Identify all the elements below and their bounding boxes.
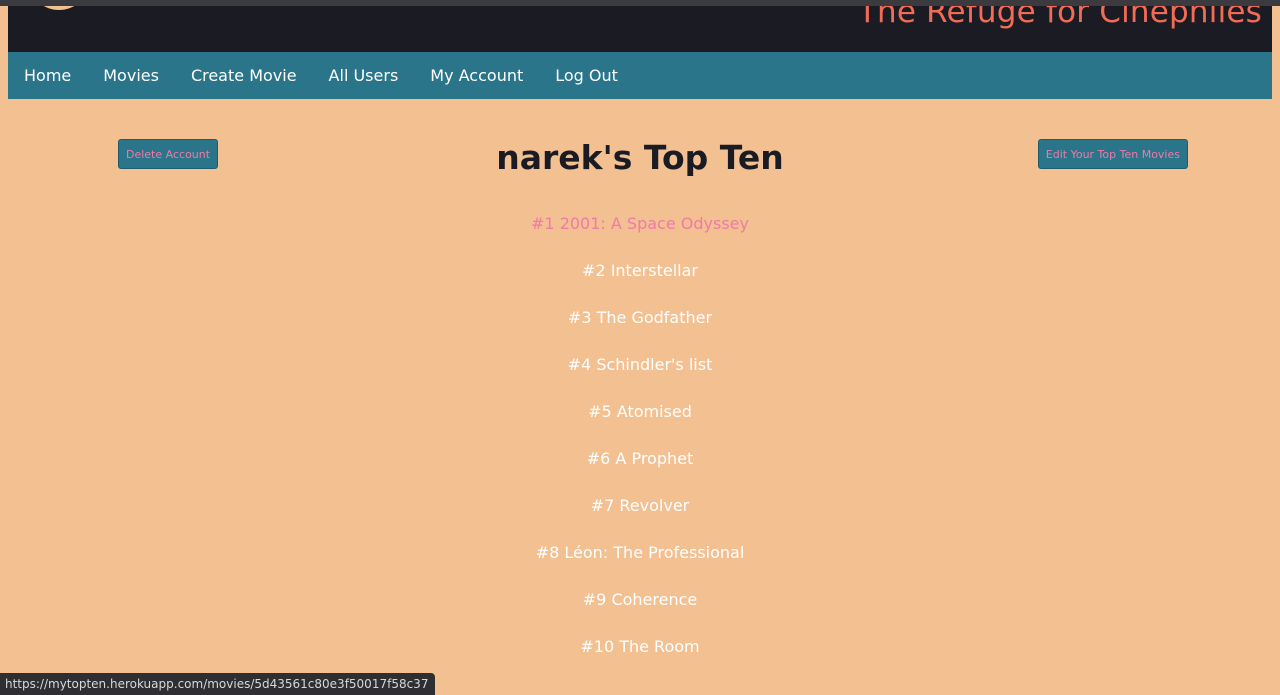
site-header: The Refuge for Cinephiles [8,6,1272,52]
movie-list-item: #6 A Prophet [0,447,1280,494]
movie-list-item: #8 Léon: The Professional [0,541,1280,588]
movie-link[interactable]: #2 Interstellar [582,261,698,280]
movie-link[interactable]: #6 A Prophet [587,449,694,468]
movie-link[interactable]: #8 Léon: The Professional [536,543,745,562]
link-status-bar: https://mytopten.herokuapp.com/movies/5d… [0,673,436,695]
movie-list-item: #4 Schindler's list [0,353,1280,400]
movie-list-item: #5 Atomised [0,400,1280,447]
top-ten-list: #1 2001: A Space Odyssey #2 Interstellar… [0,212,1280,682]
site-logo[interactable] [32,6,86,10]
movie-link[interactable]: #10 The Room [580,637,699,656]
movie-list-item: #3 The Godfather [0,306,1280,353]
movie-link[interactable]: #3 The Godfather [568,308,712,327]
nav-item-log-out[interactable]: Log Out [555,66,618,85]
movie-list-item: #7 Revolver [0,494,1280,541]
movie-link[interactable]: #1 2001: A Space Odyssey [531,214,749,233]
nav-item-all-users[interactable]: All Users [329,66,399,85]
movie-list-item: #1 2001: A Space Odyssey [0,212,1280,259]
movie-link[interactable]: #4 Schindler's list [568,355,713,374]
nav-item-create-movie[interactable]: Create Movie [191,66,297,85]
movie-link[interactable]: #9 Coherence [583,590,697,609]
main-nav: Home Movies Create Movie All Users My Ac… [8,52,1272,99]
site-title: The Refuge for Cinephiles [857,6,1262,30]
nav-item-home[interactable]: Home [24,66,71,85]
movie-list-item: #2 Interstellar [0,259,1280,306]
page-title: narek's Top Ten [496,138,784,177]
nav-item-my-account[interactable]: My Account [430,66,523,85]
nav-item-movies[interactable]: Movies [103,66,159,85]
movie-link[interactable]: #7 Revolver [591,496,690,515]
movie-link[interactable]: #5 Atomised [588,402,692,421]
movie-list-item: #9 Coherence [0,588,1280,635]
